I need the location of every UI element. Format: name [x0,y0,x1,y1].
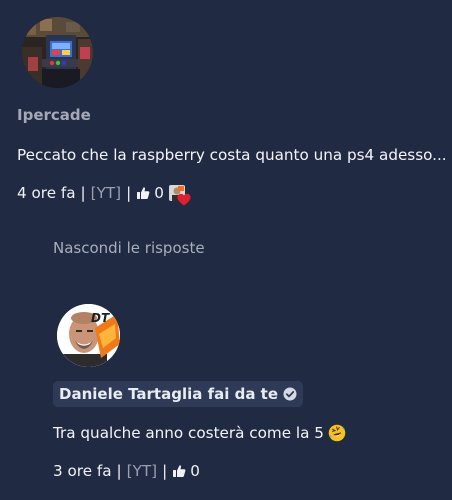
thumbs-up-icon[interactable] [172,464,186,478]
reply-author[interactable]: Daniele Tartaglia fai da te [53,381,304,407]
comment-meta: 4 ore fa | [YT] | 0 [17,184,191,206]
hide-replies-toggle[interactable]: Nascondi le risposte [53,239,205,257]
heart-icon [177,192,191,206]
reply-author-name: Daniele Tartaglia fai da te [59,385,279,403]
rolling-on-floor-laughing-emoji [328,424,346,442]
comment-author[interactable]: Ipercade [17,106,91,124]
comment-text: Peccato che la raspberry costa quanto un… [17,146,447,164]
arcade-cabinet-photo-avatar [22,17,93,88]
separator: | [126,184,132,202]
reply-meta: 3 ore fa | [YT] | 0 [53,462,200,480]
creator-heart-badge [168,185,191,206]
channel-owner-photo-avatar [57,304,120,367]
separator: | [80,184,86,202]
reply-text: Tra qualche anno costerà come la 5 [53,424,324,442]
thumbs-up-icon[interactable] [136,186,150,200]
reply-author-avatar[interactable]: DT [57,304,120,367]
source-tag: [YT] [90,184,122,202]
like-count: 0 [154,184,164,202]
separator: | [162,462,168,480]
reply-time: 3 ore fa [53,462,112,480]
channel-logo-text: DT [91,311,110,325]
comment-time: 4 ore fa [17,184,76,202]
separator: | [116,462,122,480]
reply-text-row: Tra qualche anno costerà come la 5 [53,424,346,442]
source-tag: [YT] [126,462,158,480]
like-count: 0 [190,462,200,480]
author-avatar[interactable] [22,17,93,88]
check-circle-icon [283,387,297,401]
